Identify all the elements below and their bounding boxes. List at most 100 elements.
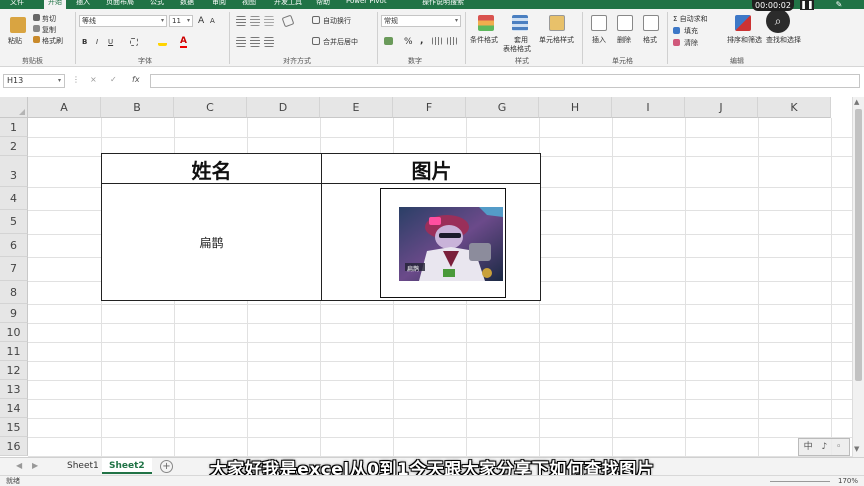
cell-styles-icon[interactable] <box>549 15 565 31</box>
format-cells-button[interactable]: 格式 <box>643 35 657 45</box>
conditional-formatting-button[interactable]: 条件格式 <box>470 35 498 45</box>
sort-filter-icon[interactable] <box>735 15 751 31</box>
sort-filter-button[interactable]: 排序和筛选 <box>727 35 762 45</box>
grow-font-button[interactable]: A <box>198 16 204 26</box>
cancel-icon[interactable]: × <box>90 75 97 84</box>
row-header[interactable]: 4 <box>0 187 28 211</box>
row-header[interactable]: 3 <box>0 156 28 187</box>
wrap-text-icon[interactable] <box>312 16 320 24</box>
clear-icon[interactable] <box>673 39 680 46</box>
insert-cells-icon[interactable] <box>591 15 607 31</box>
formula-input[interactable] <box>150 74 860 88</box>
pen-icon[interactable]: ✎ <box>832 0 846 10</box>
select-all-button[interactable] <box>0 97 28 118</box>
ribbon-tab[interactable]: Power Pivot <box>346 0 387 5</box>
format-cells-icon[interactable] <box>643 15 659 31</box>
ribbon-tab[interactable]: 帮助 <box>316 0 330 7</box>
increase-decimal-icon[interactable] <box>432 37 442 45</box>
paste-button[interactable]: 粘贴 <box>8 36 22 46</box>
ribbon-tab[interactable]: 公式 <box>150 0 164 7</box>
format-painter-button[interactable]: 格式刷 <box>42 36 63 46</box>
scroll-up-icon[interactable]: ▲ <box>854 98 859 106</box>
ribbon-tab[interactable]: 数据 <box>180 0 194 7</box>
column-header[interactable]: H <box>539 97 612 118</box>
column-header[interactable]: I <box>612 97 685 118</box>
format-painter-icon[interactable] <box>33 36 40 43</box>
font-color-button[interactable]: A <box>180 36 187 48</box>
align-middle-icon[interactable] <box>250 16 260 26</box>
column-header[interactable]: F <box>393 97 466 118</box>
bold-button[interactable]: B <box>82 38 87 46</box>
row-header[interactable]: 7 <box>0 257 28 281</box>
pause-icon[interactable]: ❚❚ <box>800 0 814 10</box>
vertical-scrollbar[interactable]: ▲ ▼ <box>852 97 864 457</box>
currency-icon[interactable] <box>384 37 393 45</box>
align-top-icon[interactable] <box>236 16 246 26</box>
ribbon-tab[interactable]: 操作说明搜索 <box>422 0 464 7</box>
fill-button[interactable]: 填充 <box>684 26 698 36</box>
ribbon-tab[interactable]: 开始 <box>44 0 66 9</box>
insert-function-icon[interactable]: fx <box>132 75 140 84</box>
font-name-select[interactable]: 等线 ▾ <box>79 15 167 27</box>
column-header[interactable]: E <box>320 97 393 118</box>
column-header[interactable]: C <box>174 97 247 118</box>
vertical-scroll-thumb[interactable] <box>855 109 862 381</box>
row-header[interactable]: 1 <box>0 118 28 137</box>
copy-button[interactable]: 复制 <box>42 25 56 35</box>
row-header[interactable]: 8 <box>0 280 28 304</box>
ribbon-tab[interactable]: 视图 <box>242 0 256 7</box>
cut-button[interactable]: 剪切 <box>42 14 56 24</box>
row-header[interactable]: 5 <box>0 210 28 234</box>
ribbon-tab[interactable]: 开发工具 <box>274 0 302 7</box>
column-header[interactable]: G <box>466 97 539 118</box>
clear-button[interactable]: 清除 <box>684 38 698 48</box>
insert-cells-button[interactable]: 插入 <box>592 35 606 45</box>
column-header[interactable]: D <box>247 97 320 118</box>
row-header[interactable]: 6 <box>0 233 28 258</box>
zoom-slider[interactable] <box>770 481 830 482</box>
italic-button[interactable]: I <box>96 38 98 46</box>
format-as-table-icon[interactable] <box>512 15 528 31</box>
worksheet-grid[interactable]: A B C D E F G H I J K 1 2 3 4 5 6 7 8 9 10 11 12 13 14 15 16 <box>0 97 852 457</box>
orientation-icon[interactable] <box>281 14 295 28</box>
row-header[interactable]: 16 <box>0 437 28 456</box>
scroll-down-icon[interactable]: ▼ <box>854 445 859 453</box>
name-box[interactable]: H13 ▾ <box>3 74 65 88</box>
wrap-text-button[interactable]: 自动换行 <box>323 16 351 26</box>
delete-cells-icon[interactable] <box>617 15 633 31</box>
ribbon-tab[interactable]: 审阅 <box>212 0 226 7</box>
conditional-formatting-icon[interactable] <box>478 15 494 31</box>
column-header[interactable]: J <box>685 97 758 118</box>
row-header[interactable]: 11 <box>0 342 28 361</box>
column-header[interactable]: B <box>101 97 174 118</box>
ribbon-tab[interactable]: 文件 <box>10 0 24 7</box>
row-header[interactable]: 2 <box>0 137 28 156</box>
cell-styles-button[interactable]: 单元格样式 <box>539 35 574 45</box>
percent-button[interactable]: % <box>404 37 413 47</box>
align-bottom-icon[interactable] <box>264 16 274 26</box>
row-header[interactable]: 12 <box>0 361 28 380</box>
underline-button[interactable]: U <box>108 38 113 46</box>
comma-button[interactable]: , <box>420 36 423 46</box>
column-header[interactable]: K <box>758 97 831 118</box>
decrease-decimal-icon[interactable] <box>447 37 457 45</box>
fill-icon[interactable] <box>673 27 680 34</box>
font-size-select[interactable]: 11 ▾ <box>169 15 193 27</box>
row-header[interactable]: 9 <box>0 304 28 323</box>
row-header[interactable]: 13 <box>0 380 28 399</box>
border-icon[interactable] <box>130 38 138 46</box>
ime-toolbar[interactable]: 中 ♪ ◦ ⊹ <box>798 438 850 468</box>
row-header[interactable]: 14 <box>0 399 28 418</box>
number-format-select[interactable]: 常规 ▾ <box>381 15 461 27</box>
align-left-icon[interactable] <box>236 37 246 47</box>
copy-icon[interactable] <box>33 25 40 32</box>
fill-color-icon[interactable] <box>158 38 167 46</box>
align-right-icon[interactable] <box>264 37 274 47</box>
merge-center-button[interactable]: 合并后居中 <box>323 37 358 47</box>
enter-icon[interactable]: ✓ <box>110 75 117 84</box>
ribbon-tab[interactable]: 页面布局 <box>106 0 134 7</box>
column-header[interactable]: A <box>28 97 101 118</box>
zoom-level[interactable]: 170% <box>838 476 858 486</box>
shrink-font-button[interactable]: A <box>210 17 215 25</box>
cut-icon[interactable] <box>33 14 40 21</box>
